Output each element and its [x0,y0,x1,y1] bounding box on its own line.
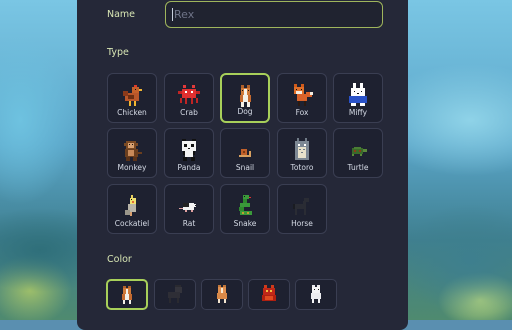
horse-icon [293,198,309,215]
type-chicken[interactable]: Chicken [107,73,157,123]
dog-black-icon [168,285,182,303]
type-snail[interactable]: Snail [220,128,270,178]
type-name: Totoro [290,163,314,172]
type-name: Monkey [117,163,147,172]
type-name: Fox [295,108,309,117]
fox-icon [294,84,313,106]
type-turtle[interactable]: Turtle [333,128,383,178]
type-name: Cockatiel [114,219,150,228]
type-name: Rat [182,219,196,228]
panda-icon [182,139,196,161]
dog-white-icon [311,285,321,303]
cockatiel-icon [125,195,136,216]
type-crab[interactable]: Crab [164,73,214,123]
turtle-icon [352,147,367,156]
type-horse[interactable]: Horse [277,184,327,234]
type-panda[interactable]: Panda [164,128,214,178]
color-option-white[interactable] [295,279,337,310]
totoro-icon [295,138,309,160]
text-caret [172,8,173,21]
dog-brown-icon [122,286,132,304]
dog-tan-icon [217,285,227,303]
type-dog[interactable]: Dog [220,73,270,123]
type-name: Crab [180,108,198,117]
type-name: Turtle [347,163,369,172]
type-name: Snake [233,219,257,228]
color-label: Color [107,254,132,265]
miffy-icon [349,83,367,106]
dog-red-icon [262,285,276,301]
type-rat[interactable]: Rat [164,184,214,234]
crab-icon [178,85,200,104]
type-name: Dog [237,107,253,116]
type-name: Panda [177,163,201,172]
type-monkey[interactable]: Monkey [107,128,157,178]
chicken-icon [123,85,142,106]
type-name: Horse [291,219,313,228]
color-option-black[interactable] [154,279,196,310]
snail-icon [239,149,251,157]
type-name: Snail [235,163,255,172]
color-option-red[interactable] [248,279,290,310]
rat-icon [179,203,196,212]
monkey-icon [124,141,142,161]
color-option-brown[interactable] [106,279,148,310]
type-label: Type [107,47,129,58]
snake-icon [239,195,252,215]
type-miffy[interactable]: Miffy [333,73,383,123]
type-cockatiel[interactable]: Cockatiel [107,184,157,234]
type-name: Miffy [348,108,368,117]
type-snake[interactable]: Snake [220,184,270,234]
name-label: Name [107,9,136,20]
name-input[interactable] [165,1,383,28]
color-option-tan[interactable] [201,279,243,310]
type-name: Chicken [117,108,147,117]
type-totoro[interactable]: Totoro [277,128,327,178]
dog-icon [240,85,251,107]
type-fox[interactable]: Fox [277,73,327,123]
